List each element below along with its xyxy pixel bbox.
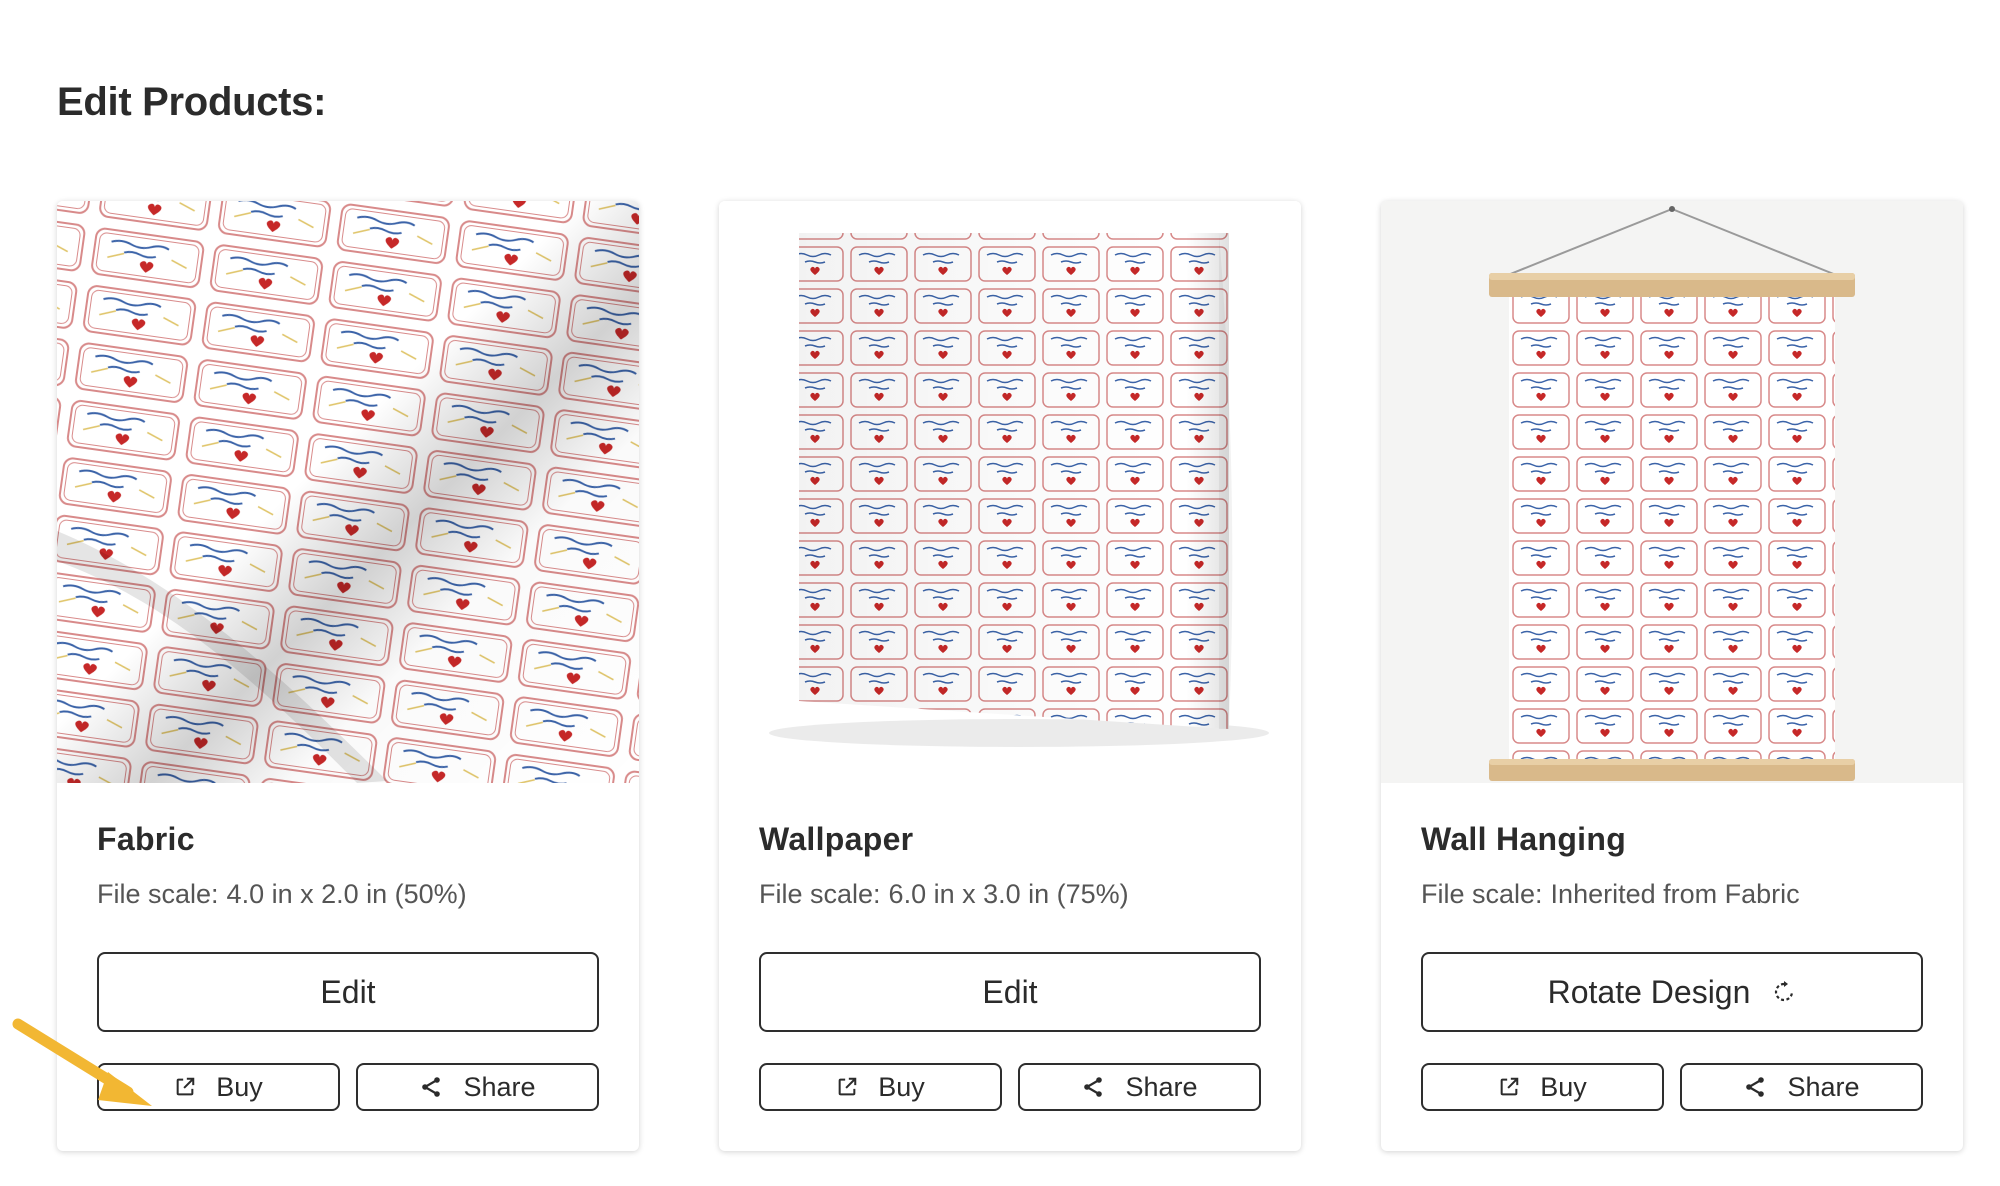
file-scale: File scale: 4.0 in x 2.0 in (50%) <box>97 879 467 910</box>
external-link-icon <box>1498 1076 1520 1098</box>
file-scale-value: Inherited from Fabric <box>1550 879 1800 909</box>
file-scale: File scale: 6.0 in x 3.0 in (75%) <box>759 879 1129 910</box>
share-icon <box>1081 1075 1105 1099</box>
buy-button[interactable]: Buy <box>1421 1063 1664 1111</box>
wall-hanging-preview-image <box>1381 201 1963 783</box>
share-icon <box>419 1075 443 1099</box>
file-scale: File scale: Inherited from Fabric <box>1421 879 1800 910</box>
rotate-icon <box>1772 980 1796 1004</box>
fabric-preview-image <box>57 201 639 783</box>
file-scale-value: 4.0 in x 2.0 in (50%) <box>226 879 467 909</box>
rotate-design-button[interactable]: Rotate Design <box>1421 952 1923 1032</box>
rotate-design-button-label: Rotate Design <box>1547 973 1751 1010</box>
share-button[interactable]: Share <box>1680 1063 1923 1111</box>
edit-button[interactable]: Edit <box>97 952 599 1032</box>
product-name: Fabric <box>97 821 195 857</box>
pointer-arrow <box>12 1018 152 1106</box>
file-scale-label: File scale: <box>97 879 219 909</box>
file-scale-label: File scale: <box>1421 879 1543 909</box>
share-button-label: Share <box>463 1071 536 1102</box>
share-button-label: Share <box>1787 1071 1860 1102</box>
product-name: Wallpaper <box>759 821 914 857</box>
edit-button[interactable]: Edit <box>759 952 1261 1032</box>
product-cards: Fabric File scale: 4.0 in x 2.0 in (50%) … <box>57 201 1963 1151</box>
buy-button-label: Buy <box>216 1071 263 1102</box>
buy-button-label: Buy <box>1540 1071 1587 1102</box>
edit-button-label: Edit <box>982 973 1038 1010</box>
product-card-wallpaper: Wallpaper File scale: 6.0 in x 3.0 in (75… <box>719 201 1301 1151</box>
file-scale-value: 6.0 in x 3.0 in (75%) <box>888 879 1129 909</box>
buy-button-label: Buy <box>878 1071 925 1102</box>
product-card-wall-hanging: Wall Hanging File scale: Inherited from F… <box>1381 201 1963 1151</box>
share-icon <box>1743 1075 1767 1099</box>
page-title: Edit Products: <box>57 80 327 124</box>
file-scale-label: File scale: <box>759 879 881 909</box>
product-name: Wall Hanging <box>1421 821 1627 857</box>
buy-button[interactable]: Buy <box>759 1063 1002 1111</box>
share-button[interactable]: Share <box>1018 1063 1261 1111</box>
wallpaper-preview-image <box>719 201 1301 783</box>
edit-button-label: Edit <box>320 973 376 1010</box>
share-button[interactable]: Share <box>356 1063 599 1111</box>
external-link-icon <box>836 1076 858 1098</box>
external-link-icon <box>174 1076 196 1098</box>
share-button-label: Share <box>1125 1071 1198 1102</box>
product-card-fabric: Fabric File scale: 4.0 in x 2.0 in (50%) … <box>57 201 639 1151</box>
